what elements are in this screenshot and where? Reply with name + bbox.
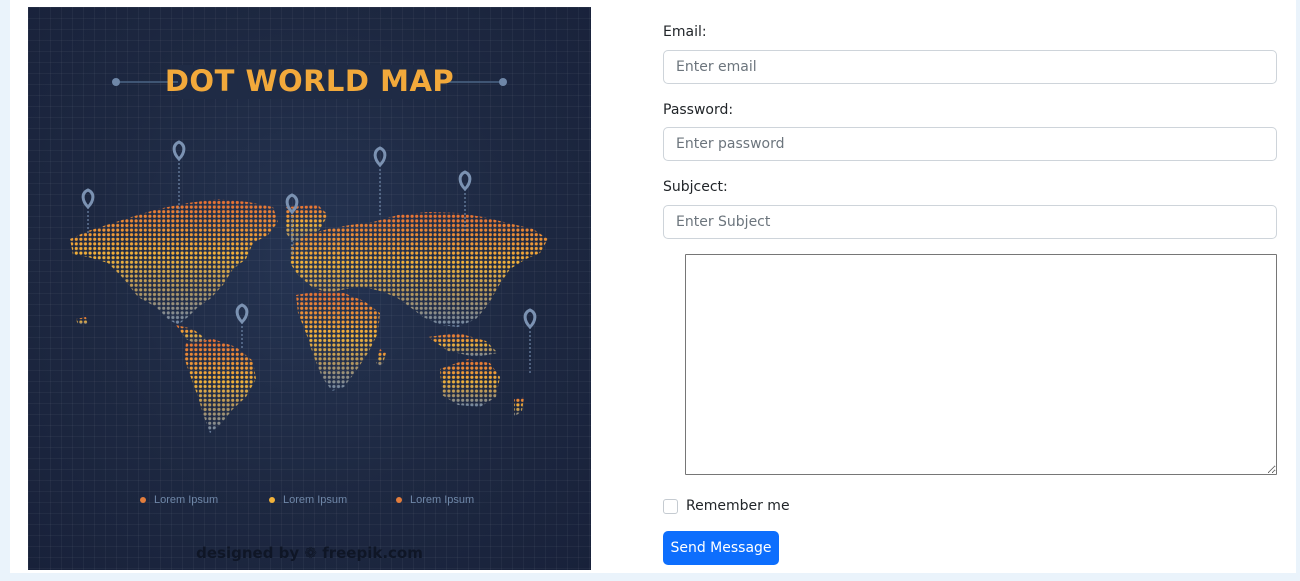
subject-field[interactable] <box>663 205 1277 239</box>
password-field[interactable] <box>663 127 1277 161</box>
password-label: Password: <box>663 102 734 118</box>
legend-dot-icon <box>269 497 275 503</box>
send-message-button[interactable]: Send Message <box>663 531 779 565</box>
legend-item: Lorem Ipsum <box>140 494 218 506</box>
legend-label: Lorem Ipsum <box>154 494 219 506</box>
map-title: DOT WORLD MAP <box>164 64 455 98</box>
legend-item: Lorem Ipsum <box>269 494 347 506</box>
legend-label: Lorem Ipsum <box>410 494 475 506</box>
email-field[interactable] <box>663 50 1277 84</box>
remember-me-row: Remember me <box>663 498 790 514</box>
map-legend: Lorem Ipsum Lorem Ipsum Lorem Ipsum <box>28 494 591 510</box>
legend-dot-icon <box>396 497 402 503</box>
subject-label: Subjcect: <box>663 179 728 195</box>
remember-me-checkbox[interactable] <box>663 498 678 514</box>
legend-label: Lorem Ipsum <box>283 494 348 506</box>
world-map-image: DOT WORLD MAP Lorem Ipsum Lorem Ipsum Lo… <box>28 7 591 570</box>
email-label: Email: <box>663 24 707 40</box>
message-textarea[interactable] <box>685 254 1277 475</box>
remember-me-label[interactable]: Remember me <box>686 498 790 514</box>
legend-dot-icon <box>140 497 146 503</box>
legend-item: Lorem Ipsum <box>396 494 474 506</box>
freepik-credit: designed by ❁ freepik.com <box>196 544 423 562</box>
